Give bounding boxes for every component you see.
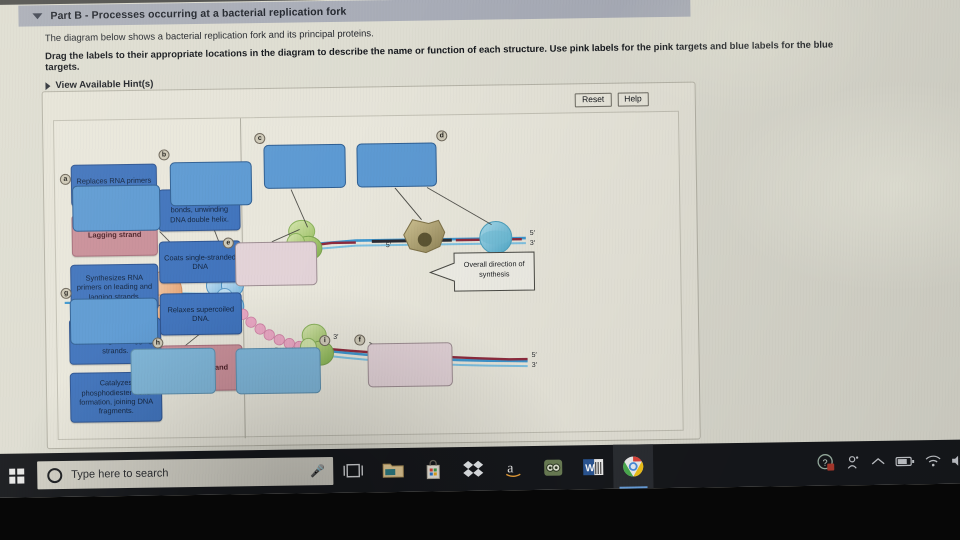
svg-text:3′: 3′: [333, 334, 339, 341]
start-button[interactable]: [0, 453, 36, 498]
target-tag-f: f: [354, 334, 366, 346]
synthesis-direction-callout: Overall direction of synthesis: [428, 250, 537, 294]
svg-text:3′: 3′: [530, 240, 536, 247]
drop-target-g[interactable]: [69, 297, 159, 345]
show-hidden-icons-icon[interactable]: [871, 456, 885, 469]
people-icon[interactable]: [845, 454, 861, 473]
target-tag-g: g: [60, 287, 72, 299]
wifi-icon[interactable]: [925, 454, 941, 469]
circle-search-icon: [47, 467, 63, 483]
help-notification-icon[interactable]: ?: [817, 453, 835, 474]
svg-text:?: ?: [822, 457, 827, 467]
target-tag-a: a: [59, 173, 71, 185]
task-view-icon[interactable]: [333, 448, 374, 493]
drop-target-f[interactable]: [367, 342, 453, 388]
part-header[interactable]: Part B - Processes occurring at a bacter…: [18, 0, 691, 27]
drop-target-e[interactable]: [234, 241, 318, 287]
svg-text:5′: 5′: [531, 352, 537, 359]
google-chrome-icon[interactable]: [612, 444, 654, 489]
search-placeholder: Type here to search: [71, 467, 169, 481]
triangle-right-icon: [45, 81, 51, 90]
draggable-label[interactable]: Relaxes supercoiled DNA.: [159, 292, 243, 336]
instructions-block: The diagram below shows a bacterial repl…: [45, 21, 836, 91]
drop-target-a[interactable]: [71, 184, 161, 232]
tripadvisor-icon[interactable]: [533, 445, 574, 490]
caret-down-icon[interactable]: [32, 12, 43, 19]
activity-toolbar: Reset Help: [574, 92, 649, 108]
drop-target-b[interactable]: [169, 161, 253, 207]
browser-page: ❮ 6 of 9 Part B - Processes occurring at…: [0, 0, 960, 456]
file-explorer-icon[interactable]: [373, 448, 414, 493]
target-tag-d: d: [436, 130, 448, 142]
search-input[interactable]: Type here to search 🎤: [37, 456, 334, 490]
microsoft-store-icon[interactable]: [413, 447, 454, 492]
target-tag-b: b: [158, 149, 170, 161]
page-title: Part B - Processes occurring at a bacter…: [50, 5, 347, 22]
screen-area: ❮ 6 of 9 Part B - Processes occurring at…: [0, 0, 960, 498]
target-tag-e: e: [222, 237, 234, 249]
drag-drop-workspace: 5′ 3′ 5′ 5′ 3′ 3′ 5′ 3′: [52, 110, 684, 441]
svg-text:3′: 3′: [532, 362, 538, 369]
monitor-photo: ❮ 6 of 9 Part B - Processes occurring at…: [0, 0, 960, 540]
drop-target-h[interactable]: [130, 347, 217, 395]
instruction-line-2: Drag the labels to their appropriate loc…: [44, 39, 834, 74]
dropbox-icon[interactable]: [453, 447, 494, 492]
drop-target-c[interactable]: [263, 143, 347, 189]
help-button[interactable]: Help: [617, 92, 649, 108]
volume-icon[interactable]: [951, 454, 960, 469]
svg-text:5′: 5′: [386, 242, 392, 249]
drop-target-i[interactable]: [235, 347, 322, 395]
synthesis-direction-label: Overall direction of synthesis: [463, 259, 525, 279]
drop-target-d[interactable]: [356, 142, 438, 188]
svg-text:W: W: [585, 463, 595, 474]
system-tray: ?: [817, 451, 960, 474]
target-tag-c: c: [254, 132, 266, 145]
battery-icon[interactable]: [895, 455, 915, 470]
reset-button[interactable]: Reset: [574, 92, 612, 108]
microsoft-word-icon[interactable]: W: [573, 445, 614, 490]
activity-panel: Reset Help 5′ 5′ 3′ 3′ 5′ 3′ Overall dir…: [41, 81, 701, 450]
microphone-icon[interactable]: 🎤: [310, 464, 325, 478]
svg-text:5′: 5′: [530, 230, 536, 237]
amazon-icon[interactable]: a: [493, 446, 534, 491]
svg-text:a: a: [507, 461, 514, 476]
windows-logo-icon: [8, 468, 24, 484]
